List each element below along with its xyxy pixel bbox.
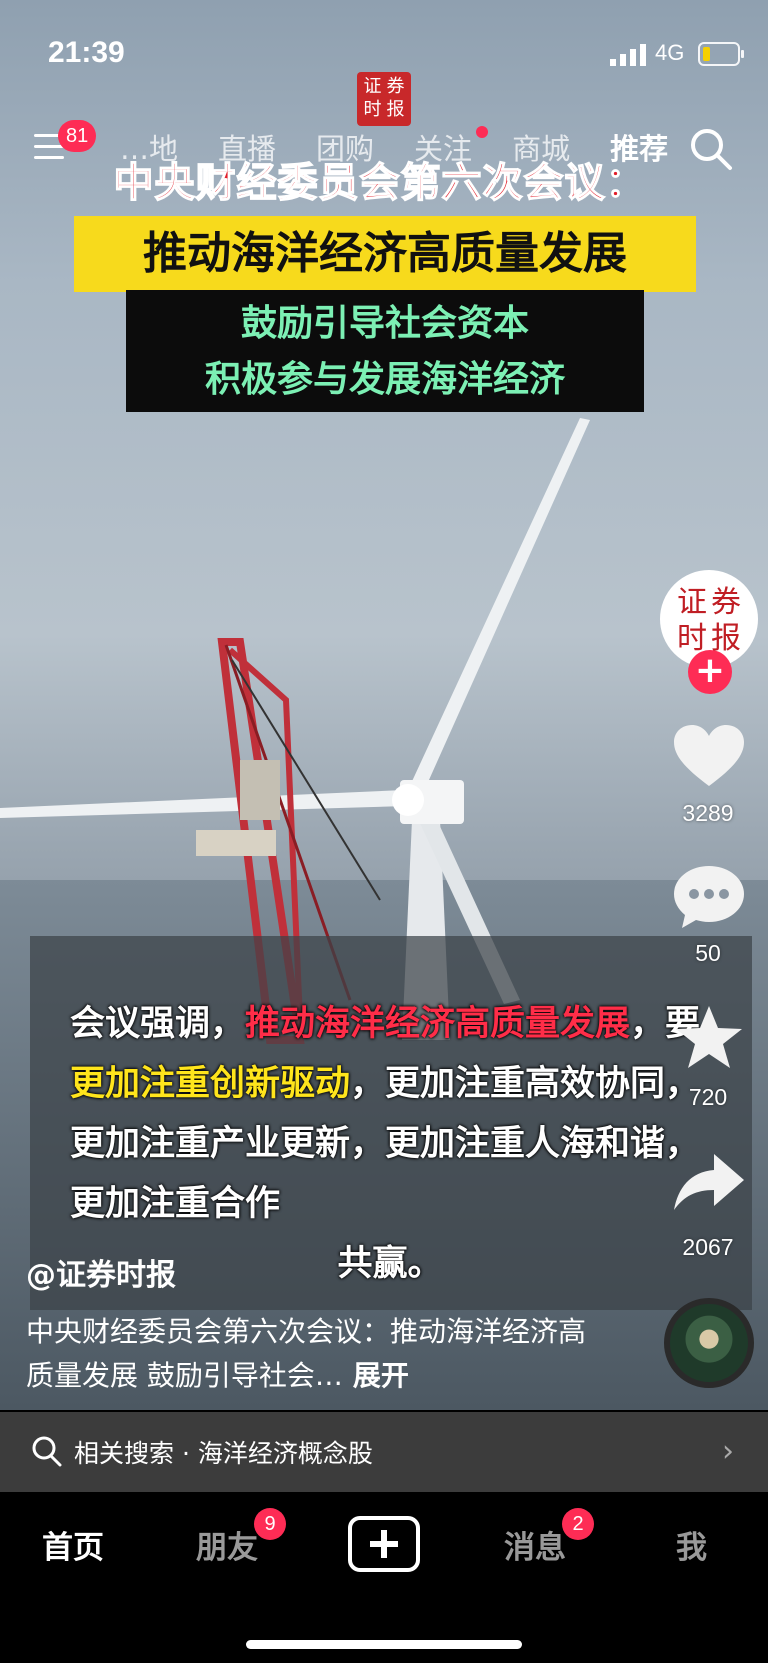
logo-char: 报 [386,99,405,120]
video-caption: 会议强调，推动海洋经济高质量发展，要更加注重创新驱动，更加注重高效协同，更加注重… [70,994,710,1294]
video-subtitle-banner: 推动海洋经济高质量发展 [74,216,696,292]
logo-char: 时 [363,99,382,120]
network-label: 4G [655,40,685,65]
notification-dot [476,126,489,138]
follow-button[interactable]: + [688,650,732,694]
brand-logo: 证 券 时 报 [357,72,411,126]
share-icon[interactable] [672,1150,746,1216]
heart-icon[interactable] [672,724,746,790]
author-name[interactable]: @证券时报 [26,1250,176,1294]
nav-me[interactable]: 我 [676,1522,707,1567]
home-indicator [246,1640,522,1649]
nav-friends[interactable]: 朋友 [196,1522,258,1567]
signal-icon [610,44,646,66]
battery-level [703,47,710,61]
create-post-button[interactable] [348,1516,420,1572]
friends-badge: 9 [254,1508,286,1540]
comment-count: 50 [695,940,721,966]
share-count: 2067 [682,1234,734,1260]
description-text: 中央财经委员会第六次会议：推动海洋经济高质量发展 鼓励引导社会… [26,1315,587,1392]
video-subtitle-line: 鼓励引导社会资本 [240,303,529,344]
chevron-right-icon: › [722,1434,734,1469]
caption-highlight-red: 推动海洋经济高质量发展 [245,1004,631,1044]
star-icon[interactable] [672,1004,746,1070]
nav-home[interactable]: 首页 [42,1522,104,1567]
caption-segment: 会议强调， [70,1004,246,1044]
menu-badge: 81 [58,120,97,152]
video-subtitle-line: 积极参与发展海洋经济 [204,359,565,400]
nav-messages[interactable]: 消息 [504,1522,566,1567]
logo-char: 券 [386,76,405,97]
caption-highlight-yellow: 更加注重创新驱动 [70,1064,351,1104]
comment-icon[interactable] [672,864,746,930]
status-time: 21:39 [48,36,125,69]
video-headline: 中央财经委员会第六次会议： [113,159,647,207]
avatar-char: 证 [677,585,707,620]
avatar-char: 券 [711,585,741,620]
favorite-count: 720 [688,1084,728,1110]
messages-badge: 2 [562,1508,594,1540]
video-description: 中央财经委员会第六次会议：推动海洋经济高质量发展 鼓励引导社会… 展开 [26,1310,586,1398]
expand-button[interactable]: 展开 [353,1359,409,1392]
bottom-nav: 首页 朋友 9 消息 2 我 [0,1492,768,1663]
logo-char: 证 [363,76,382,97]
battery-icon [698,42,744,66]
video-subtitle-box: 鼓励引导社会资本 积极参与发展海洋经济 [126,290,644,412]
search-icon [32,1436,62,1467]
related-search-text: 相关搜索 · 海洋经济概念股 [74,1439,373,1468]
related-search-bar[interactable]: 相关搜索 · 海洋经济概念股 › [0,1412,768,1492]
like-count: 3289 [682,800,734,826]
music-disc[interactable] [664,1298,754,1388]
